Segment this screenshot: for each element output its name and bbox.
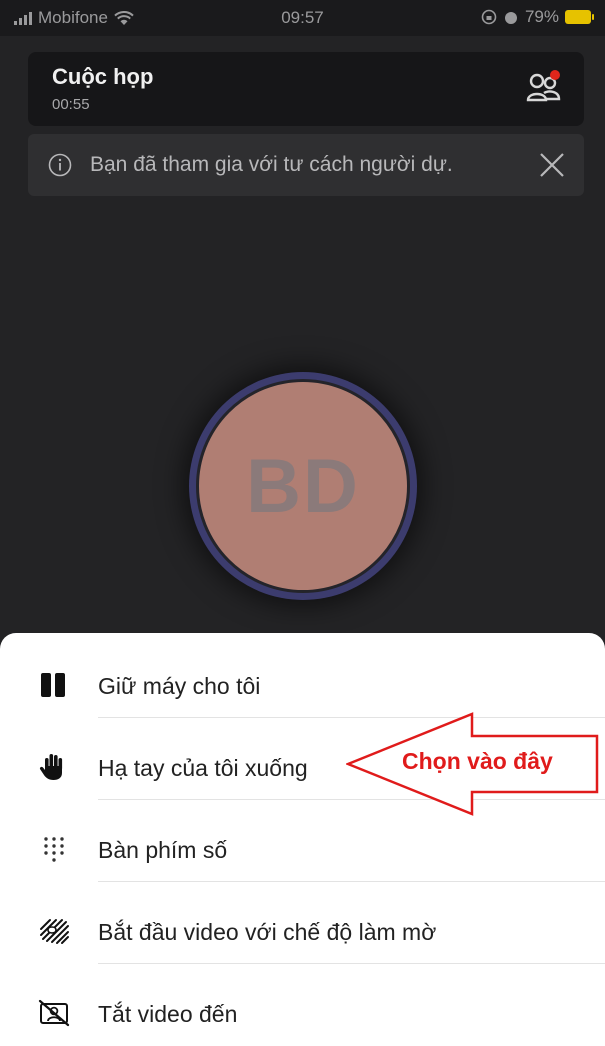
meeting-header: Cuộc họp 00:55 bbox=[28, 52, 584, 126]
avatar-ring: BD bbox=[189, 372, 417, 600]
raised-hand-icon bbox=[39, 754, 63, 780]
status-right: 79% bbox=[481, 7, 594, 27]
battery-charging-icon bbox=[565, 10, 594, 24]
menu-item-label: Hạ tay của tôi xuống bbox=[98, 755, 308, 781]
menu-item-dialpad[interactable]: Bàn phím số bbox=[0, 807, 605, 889]
blur-background-icon bbox=[40, 919, 69, 944]
menu-item-label: Giữ máy cho tôi bbox=[98, 673, 261, 699]
notification-dot bbox=[550, 70, 560, 80]
close-icon[interactable] bbox=[538, 151, 566, 179]
banner-text: Bạn đã tham gia với tư cách người dự. bbox=[90, 153, 453, 176]
people-icon[interactable] bbox=[524, 68, 564, 108]
alarm-icon bbox=[504, 12, 517, 24]
menu-item-label: Bắt đầu video với chế độ làm mờ bbox=[98, 919, 437, 945]
divider bbox=[98, 963, 605, 964]
status-bar: Mobifone 09:57 79% bbox=[0, 0, 605, 36]
rotation-lock-icon bbox=[481, 9, 497, 25]
avatar: BD bbox=[196, 379, 410, 593]
meeting-elapsed-time: 00:55 bbox=[52, 96, 90, 113]
menu-item-blur-video[interactable]: Bắt đầu video với chế độ làm mờ bbox=[0, 889, 605, 971]
meeting-title: Cuộc họp bbox=[52, 64, 154, 89]
menu-item-label: Bàn phím số bbox=[98, 837, 228, 863]
guest-info-banner: Bạn đã tham gia với tư cách người dự. bbox=[28, 134, 584, 196]
more-options-sheet: Giữ máy cho tôi Hạ tay của tôi xuống Bàn… bbox=[0, 633, 605, 1046]
menu-item-turn-off-video[interactable]: Tắt video đến bbox=[0, 971, 605, 1046]
dialpad-icon bbox=[44, 837, 64, 862]
divider bbox=[98, 881, 605, 882]
annotation-text: Chọn vào đây bbox=[402, 748, 553, 774]
video-off-icon bbox=[38, 999, 70, 1027]
menu-item-label: Tắt video đến bbox=[98, 1001, 238, 1027]
pause-icon bbox=[41, 673, 65, 697]
info-icon bbox=[48, 153, 72, 177]
battery-percent: 79% bbox=[524, 7, 559, 26]
